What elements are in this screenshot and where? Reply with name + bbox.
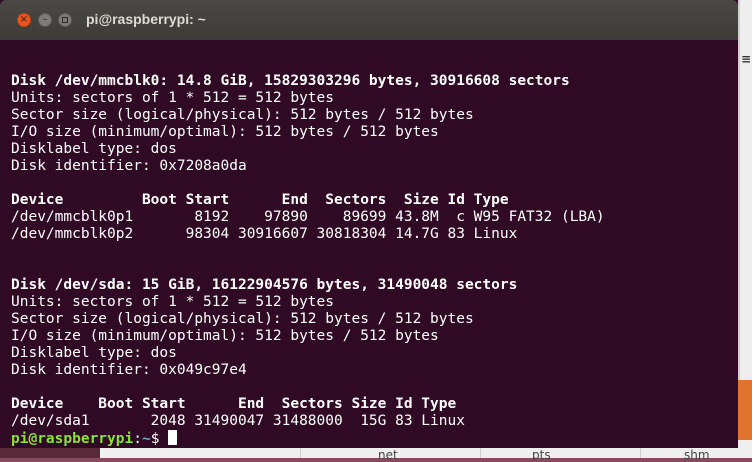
maximize-button[interactable] bbox=[58, 13, 72, 27]
terminal-line: /dev/sda1 2048 31490047 31488000 15G 83 … bbox=[11, 413, 465, 429]
desktop-right-glyph: ≡ bbox=[741, 52, 752, 66]
close-button[interactable]: × bbox=[17, 13, 31, 27]
terminal-line: Disklabel type: dos bbox=[11, 141, 177, 157]
terminal-line: Device Boot Start End Sectors Size Id Ty… bbox=[11, 192, 509, 208]
terminal-line: I/O size (minimum/optimal): 512 bytes / … bbox=[11, 328, 439, 344]
desktop-right-strip: ≡ bbox=[738, 0, 752, 458]
terminal-cursor bbox=[168, 430, 178, 445]
terminal-line: Units: sectors of 1 * 512 = 512 bytes bbox=[11, 90, 335, 106]
close-icon: × bbox=[19, 14, 29, 25]
prompt-separator: : bbox=[133, 431, 142, 447]
desktop-item-shm: shm bbox=[684, 448, 710, 462]
terminal-line: Disklabel type: dos bbox=[11, 345, 177, 361]
terminal-line: Disk /dev/sda: 15 GiB, 16122904576 bytes… bbox=[11, 277, 518, 293]
maximize-icon bbox=[62, 17, 68, 23]
title-bar[interactable]: × – pi@raspberrypi: ~ bbox=[0, 0, 738, 40]
terminal-line: Disk identifier: 0x049c97e4 bbox=[11, 362, 247, 378]
prompt-user-host: pi@raspberrypi bbox=[11, 431, 134, 447]
prompt-symbol: $ bbox=[150, 431, 169, 447]
terminal-line: /dev/mmcblk0p2 98304 30916607 30818304 1… bbox=[11, 226, 518, 242]
terminal-line: Device Boot Start End Sectors Size Id Ty… bbox=[11, 396, 457, 412]
terminal-line: I/O size (minimum/optimal): 512 bytes / … bbox=[11, 124, 439, 140]
terminal-line: Disk /dev/mmcblk0: 14.8 GiB, 15829303296… bbox=[11, 73, 570, 89]
terminal-window: × – pi@raspberrypi: ~ Disk /dev/mmcblk0:… bbox=[0, 0, 738, 448]
terminal-prompt[interactable]: pi@raspberrypi:~$ bbox=[11, 430, 738, 447]
terminal-line: Disk identifier: 0x7208a0da bbox=[11, 158, 247, 174]
desktop-orange-block bbox=[738, 380, 752, 440]
terminal-line: Sector size (logical/physical): 512 byte… bbox=[11, 107, 474, 123]
minimize-icon: – bbox=[42, 14, 48, 25]
minimize-button[interactable]: – bbox=[38, 13, 52, 27]
desktop-item-net: net bbox=[378, 448, 398, 462]
terminal-line: Units: sectors of 1 * 512 = 512 bytes bbox=[11, 294, 335, 310]
desktop-item-pts: pts bbox=[532, 448, 551, 462]
terminal-lines: Disk /dev/mmcblk0: 14.8 GiB, 15829303296… bbox=[11, 56, 738, 430]
window-title: pi@raspberrypi: ~ bbox=[86, 11, 206, 27]
prompt-path: ~ bbox=[141, 431, 151, 447]
terminal-line: /dev/mmcblk0p1 8192 97890 89699 43.8M c … bbox=[11, 209, 605, 225]
terminal-line: Sector size (logical/physical): 512 byte… bbox=[11, 311, 474, 327]
terminal-output[interactable]: Disk /dev/mmcblk0: 14.8 GiB, 15829303296… bbox=[11, 56, 738, 447]
